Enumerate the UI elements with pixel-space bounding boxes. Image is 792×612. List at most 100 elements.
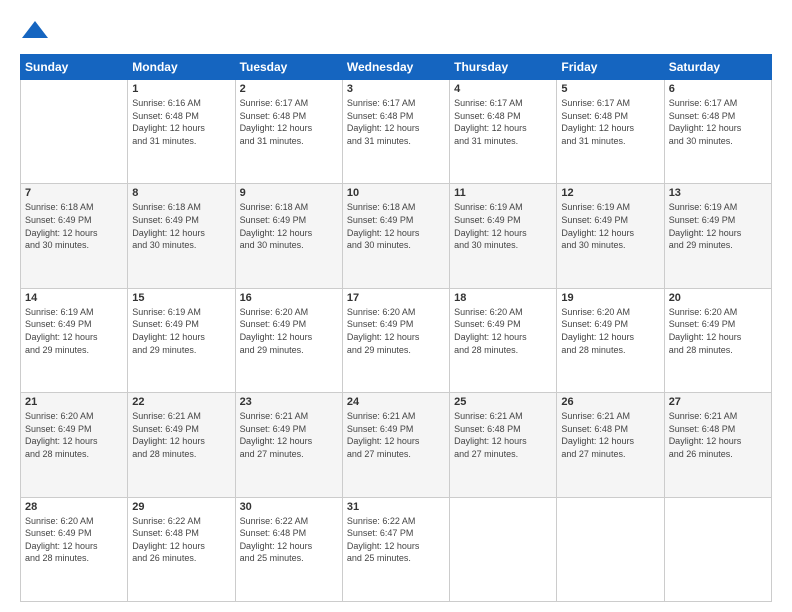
calendar-cell: 16 Sunrise: 6:20 AMSunset: 6:49 PMDayligh… bbox=[235, 288, 342, 392]
calendar-cell bbox=[450, 497, 557, 601]
day-info: Sunrise: 6:18 AMSunset: 6:49 PMDaylight:… bbox=[132, 201, 230, 251]
calendar-cell: 29 Sunrise: 6:22 AMSunset: 6:48 PMDayligh… bbox=[128, 497, 235, 601]
day-number: 5 bbox=[561, 83, 659, 95]
calendar-cell: 3Sunrise: 6:17 AMSunset: 6:48 PMDaylight… bbox=[342, 80, 449, 184]
calendar-week-row: 7 Sunrise: 6:18 AMSunset: 6:49 PMDaylight… bbox=[21, 184, 772, 288]
page: Sunday Monday Tuesday Wednesday Thursday… bbox=[0, 0, 792, 612]
calendar-cell: 31Sunrise: 6:22 AMSunset: 6:47 PMDayligh… bbox=[342, 497, 449, 601]
logo bbox=[20, 16, 54, 46]
day-info: Sunrise: 6:20 AMSunset: 6:49 PMDaylight:… bbox=[669, 306, 767, 356]
header-monday: Monday bbox=[128, 55, 235, 80]
day-number: 23 bbox=[240, 396, 338, 408]
day-number: 11 bbox=[454, 187, 552, 199]
day-info: Sunrise: 6:19 AMSunset: 6:49 PMDaylight:… bbox=[669, 201, 767, 251]
calendar-cell: 24 Sunrise: 6:21 AMSunset: 6:49 PMDayligh… bbox=[342, 393, 449, 497]
day-info: Sunrise: 6:19 AMSunset: 6:49 PMDaylight:… bbox=[25, 306, 123, 356]
calendar-cell: 13 Sunrise: 6:19 AMSunset: 6:49 PMDayligh… bbox=[664, 184, 771, 288]
calendar-cell: 19 Sunrise: 6:20 AMSunset: 6:49 PMDayligh… bbox=[557, 288, 664, 392]
day-number: 17 bbox=[347, 292, 445, 304]
day-info: Sunrise: 6:19 AMSunset: 6:49 PMDaylight:… bbox=[454, 201, 552, 251]
day-info: Sunrise: 6:17 AMSunset: 6:48 PMDaylight:… bbox=[454, 97, 552, 147]
calendar-week-row: 1 Sunrise: 6:16 AMSunset: 6:48 PMDaylight… bbox=[21, 80, 772, 184]
day-info: Sunrise: 6:18 AMSunset: 6:49 PMDaylight:… bbox=[347, 201, 445, 251]
day-number: 8 bbox=[132, 187, 230, 199]
header-wednesday: Wednesday bbox=[342, 55, 449, 80]
day-number: 16 bbox=[240, 292, 338, 304]
calendar-week-row: 21 Sunrise: 6:20 AMSunset: 6:49 PMDayligh… bbox=[21, 393, 772, 497]
logo-icon bbox=[20, 16, 50, 46]
day-info: Sunrise: 6:20 AMSunset: 6:49 PMDaylight:… bbox=[561, 306, 659, 356]
calendar-cell: 30 Sunrise: 6:22 AMSunset: 6:48 PMDayligh… bbox=[235, 497, 342, 601]
calendar-cell: 15Sunrise: 6:19 AMSunset: 6:49 PMDayligh… bbox=[128, 288, 235, 392]
day-number: 30 bbox=[240, 501, 338, 513]
day-number: 25 bbox=[454, 396, 552, 408]
calendar-cell: 5Sunrise: 6:17 AMSunset: 6:48 PMDaylight… bbox=[557, 80, 664, 184]
day-info: Sunrise: 6:21 AMSunset: 6:48 PMDaylight:… bbox=[561, 410, 659, 460]
day-number: 24 bbox=[347, 396, 445, 408]
day-info: Sunrise: 6:21 AMSunset: 6:48 PMDaylight:… bbox=[669, 410, 767, 460]
calendar-cell bbox=[557, 497, 664, 601]
calendar-cell: 23 Sunrise: 6:21 AMSunset: 6:49 PMDayligh… bbox=[235, 393, 342, 497]
day-info: Sunrise: 6:20 AMSunset: 6:49 PMDaylight:… bbox=[347, 306, 445, 356]
day-info: Sunrise: 6:17 AMSunset: 6:48 PMDaylight:… bbox=[240, 97, 338, 147]
day-info: Sunrise: 6:19 AMSunset: 6:49 PMDaylight:… bbox=[561, 201, 659, 251]
calendar-cell: 20 Sunrise: 6:20 AMSunset: 6:49 PMDayligh… bbox=[664, 288, 771, 392]
calendar-cell: 28 Sunrise: 6:20 AMSunset: 6:49 PMDayligh… bbox=[21, 497, 128, 601]
calendar-cell: 10 Sunrise: 6:18 AMSunset: 6:49 PMDayligh… bbox=[342, 184, 449, 288]
calendar-cell: 25 Sunrise: 6:21 AMSunset: 6:48 PMDayligh… bbox=[450, 393, 557, 497]
day-info: Sunrise: 6:22 AMSunset: 6:48 PMDaylight:… bbox=[240, 515, 338, 565]
day-number: 28 bbox=[25, 501, 123, 513]
day-number: 19 bbox=[561, 292, 659, 304]
day-info: Sunrise: 6:20 AMSunset: 6:49 PMDaylight:… bbox=[240, 306, 338, 356]
calendar-cell: 4 Sunrise: 6:17 AMSunset: 6:48 PMDaylight… bbox=[450, 80, 557, 184]
calendar-cell: 18Sunrise: 6:20 AMSunset: 6:49 PMDayligh… bbox=[450, 288, 557, 392]
day-number: 22 bbox=[132, 396, 230, 408]
day-number: 1 bbox=[132, 83, 230, 95]
calendar-week-row: 28 Sunrise: 6:20 AMSunset: 6:49 PMDayligh… bbox=[21, 497, 772, 601]
day-number: 14 bbox=[25, 292, 123, 304]
calendar-cell bbox=[664, 497, 771, 601]
day-number: 9 bbox=[240, 187, 338, 199]
day-info: Sunrise: 6:22 AMSunset: 6:48 PMDaylight:… bbox=[132, 515, 230, 565]
day-number: 6 bbox=[669, 83, 767, 95]
calendar-cell: 9 Sunrise: 6:18 AMSunset: 6:49 PMDaylight… bbox=[235, 184, 342, 288]
calendar-cell: 17 Sunrise: 6:20 AMSunset: 6:49 PMDayligh… bbox=[342, 288, 449, 392]
day-number: 26 bbox=[561, 396, 659, 408]
day-number: 4 bbox=[454, 83, 552, 95]
day-info: Sunrise: 6:20 AMSunset: 6:49 PMDaylight:… bbox=[25, 515, 123, 565]
header-tuesday: Tuesday bbox=[235, 55, 342, 80]
day-info: Sunrise: 6:21 AMSunset: 6:49 PMDaylight:… bbox=[347, 410, 445, 460]
calendar-cell: 11 Sunrise: 6:19 AMSunset: 6:49 PMDayligh… bbox=[450, 184, 557, 288]
day-number: 10 bbox=[347, 187, 445, 199]
day-info: Sunrise: 6:19 AMSunset: 6:49 PMDaylight:… bbox=[132, 306, 230, 356]
calendar-cell: 22Sunrise: 6:21 AMSunset: 6:49 PMDayligh… bbox=[128, 393, 235, 497]
day-info: Sunrise: 6:18 AMSunset: 6:49 PMDaylight:… bbox=[240, 201, 338, 251]
calendar-cell: 1 Sunrise: 6:16 AMSunset: 6:48 PMDaylight… bbox=[128, 80, 235, 184]
calendar-cell: 6 Sunrise: 6:17 AMSunset: 6:48 PMDaylight… bbox=[664, 80, 771, 184]
day-info: Sunrise: 6:17 AMSunset: 6:48 PMDaylight:… bbox=[669, 97, 767, 147]
day-number: 31 bbox=[347, 501, 445, 513]
calendar-table: Sunday Monday Tuesday Wednesday Thursday… bbox=[20, 54, 772, 602]
calendar-cell: 8 Sunrise: 6:18 AMSunset: 6:49 PMDaylight… bbox=[128, 184, 235, 288]
day-info: Sunrise: 6:20 AMSunset: 6:49 PMDaylight:… bbox=[25, 410, 123, 460]
day-number: 7 bbox=[25, 187, 123, 199]
day-number: 20 bbox=[669, 292, 767, 304]
header-sunday: Sunday bbox=[21, 55, 128, 80]
day-number: 18 bbox=[454, 292, 552, 304]
calendar-cell: 27Sunrise: 6:21 AMSunset: 6:48 PMDayligh… bbox=[664, 393, 771, 497]
day-info: Sunrise: 6:18 AMSunset: 6:49 PMDaylight:… bbox=[25, 201, 123, 251]
day-number: 21 bbox=[25, 396, 123, 408]
day-info: Sunrise: 6:21 AMSunset: 6:49 PMDaylight:… bbox=[240, 410, 338, 460]
day-info: Sunrise: 6:21 AMSunset: 6:48 PMDaylight:… bbox=[454, 410, 552, 460]
calendar-cell: 12Sunrise: 6:19 AMSunset: 6:49 PMDayligh… bbox=[557, 184, 664, 288]
day-info: Sunrise: 6:17 AMSunset: 6:48 PMDaylight:… bbox=[347, 97, 445, 147]
header-thursday: Thursday bbox=[450, 55, 557, 80]
calendar-cell: 26 Sunrise: 6:21 AMSunset: 6:48 PMDayligh… bbox=[557, 393, 664, 497]
day-number: 13 bbox=[669, 187, 767, 199]
header bbox=[20, 16, 772, 46]
day-number: 29 bbox=[132, 501, 230, 513]
calendar-cell: 21 Sunrise: 6:20 AMSunset: 6:49 PMDayligh… bbox=[21, 393, 128, 497]
day-info: Sunrise: 6:16 AMSunset: 6:48 PMDaylight:… bbox=[132, 97, 230, 147]
day-number: 2 bbox=[240, 83, 338, 95]
calendar-week-row: 14 Sunrise: 6:19 AMSunset: 6:49 PMDayligh… bbox=[21, 288, 772, 392]
